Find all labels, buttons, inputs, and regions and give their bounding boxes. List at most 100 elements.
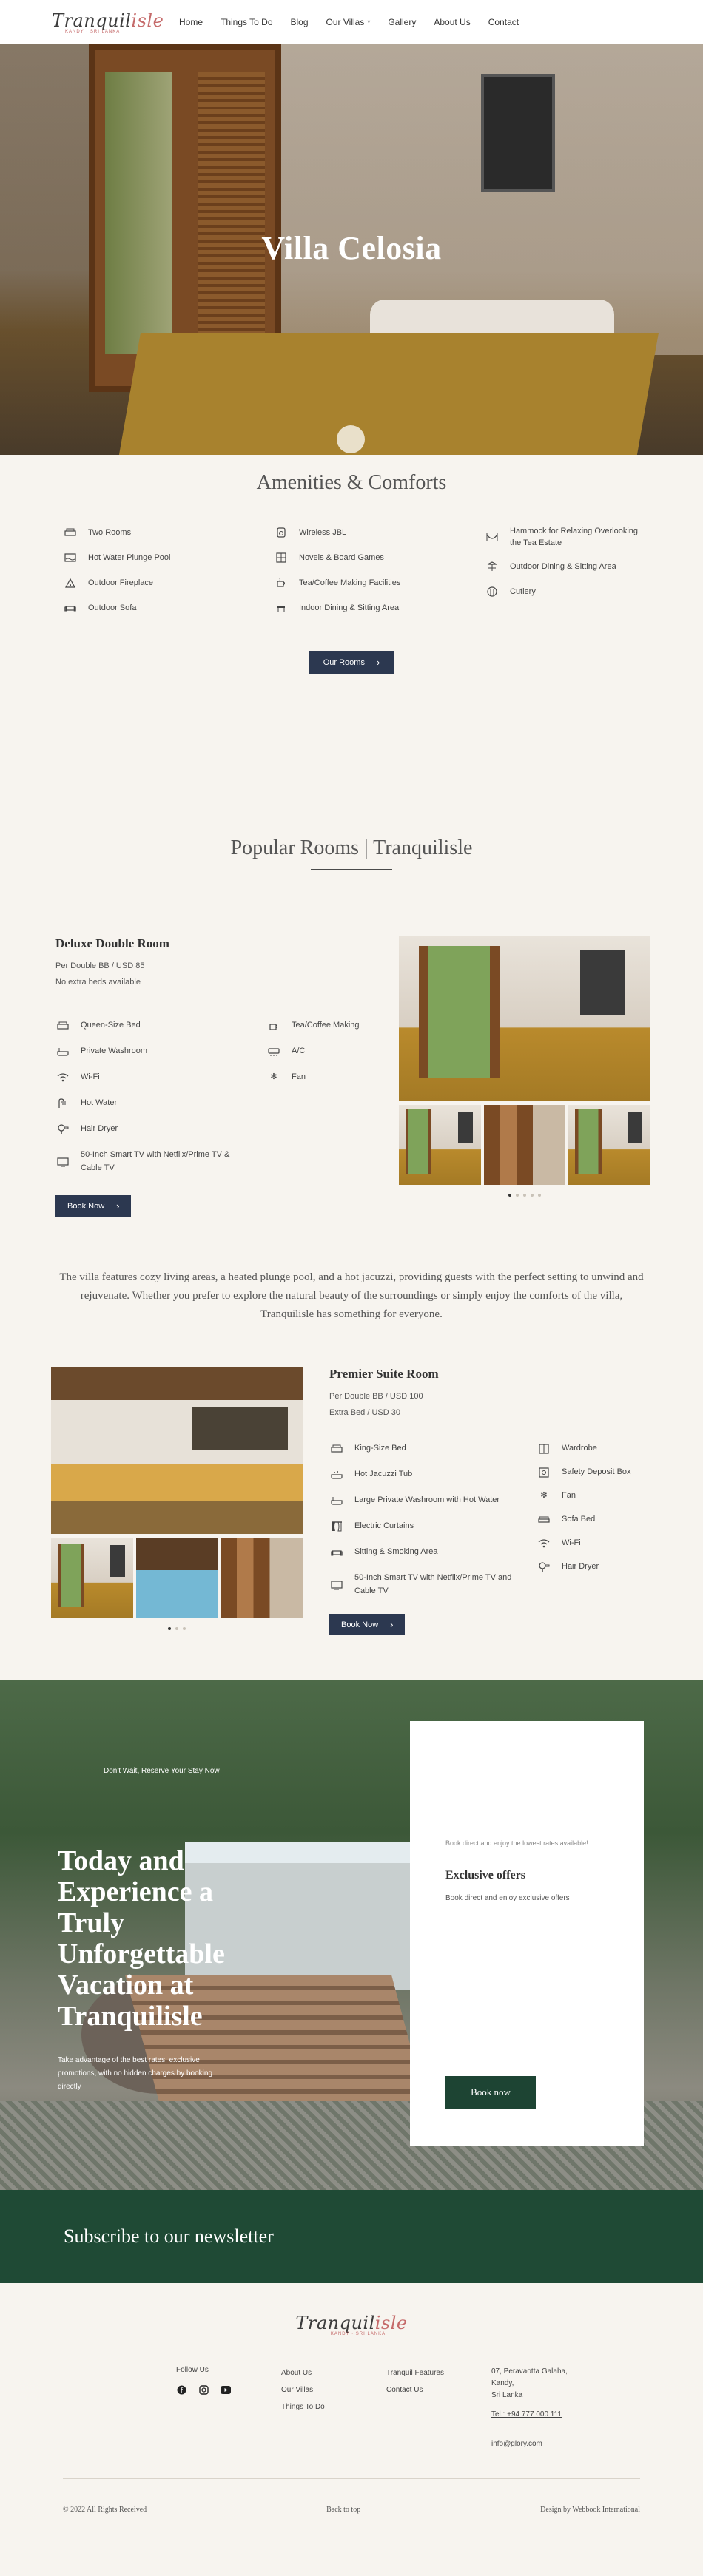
nav-label: Contact	[488, 16, 519, 27]
carousel-dot[interactable]	[531, 1194, 534, 1197]
dining-icon	[274, 601, 289, 615]
feature-item: Private Washroom	[56, 1045, 266, 1058]
youtube-icon[interactable]	[221, 2384, 231, 2395]
feature-label: Hair Dryer	[562, 1562, 599, 1572]
room-gallery	[399, 936, 651, 1217]
jacuzzi-icon	[329, 1468, 344, 1481]
feature-item: Sitting & Smoking Area	[329, 1546, 536, 1559]
footer-columns: Follow Us f About Us Our Villas Things T…	[176, 2366, 703, 2450]
feature-label: Electric Curtains	[354, 1521, 414, 1531]
site-logo[interactable]: Tranquilisle KANDY · SRI LANKA	[52, 10, 164, 34]
gallery-thumbnail[interactable]	[221, 1538, 303, 1619]
feature-label: Fan	[562, 1491, 576, 1501]
carousel-dot[interactable]	[516, 1194, 519, 1197]
nav-about-us[interactable]: About Us	[425, 17, 479, 27]
amenity-label: Novels & Board Games	[299, 553, 384, 562]
book-now-cta-button[interactable]: Book now	[445, 2076, 536, 2109]
room-main-photo[interactable]	[399, 936, 650, 1101]
instagram-icon[interactable]	[198, 2384, 209, 2395]
nav-contact[interactable]: Contact	[480, 17, 528, 27]
footer-link-tranquil-features[interactable]: Tranquil Features	[386, 2369, 491, 2377]
wifi-icon	[536, 1537, 551, 1550]
amenity-item: Hammock for Relaxing Overlooking the Tea…	[485, 525, 696, 549]
feature-item: ✻ Fan	[536, 1490, 648, 1503]
footer-link-our-villas[interactable]: Our Villas	[281, 2386, 386, 2394]
gallery-thumbnail[interactable]	[568, 1105, 651, 1185]
carousel-dot[interactable]	[183, 1627, 186, 1631]
carousel-dot[interactable]	[523, 1194, 526, 1197]
nav-label: Blog	[290, 16, 309, 27]
feature-item: Hot Jacuzzi Tub	[329, 1468, 536, 1481]
nav-gallery[interactable]: Gallery	[379, 17, 425, 27]
feature-item: Large Private Washroom with Hot Water	[329, 1494, 536, 1507]
feature-item: Queen-Size Bed	[56, 1019, 266, 1032]
shower-icon	[56, 1097, 70, 1110]
our-rooms-wrap: Our Rooms ›	[0, 651, 703, 674]
facebook-icon[interactable]: f	[176, 2384, 186, 2395]
design-credit-link[interactable]: Design by Webbook International	[540, 2506, 640, 2514]
amenity-item: Novels & Board Games	[274, 550, 485, 565]
offers-card: Book direct and enjoy the lowest rates a…	[410, 1721, 644, 2146]
site-header: Tranquilisle KANDY · SRI LANKA Home Thin…	[0, 0, 703, 44]
room-extra-bed: No extra beds available	[56, 978, 141, 987]
amenity-item: Outdoor Fireplace	[63, 575, 274, 590]
feature-label: Safety Deposit Box	[562, 1467, 631, 1477]
room-features: Queen-Size Bed Private Washroom Wi-Fi Ho…	[56, 1019, 360, 1174]
hammock-icon	[485, 530, 500, 544]
carousel-dot[interactable]	[175, 1627, 178, 1631]
bath-icon	[329, 1494, 344, 1507]
hair-dryer-icon	[56, 1123, 70, 1136]
gallery-thumbnail[interactable]	[51, 1538, 133, 1619]
wardrobe-icon	[536, 1442, 551, 1456]
footer-links: About Us Our Villas Things To Do	[281, 2366, 386, 2450]
room-card-deluxe: Deluxe Double Room Per Double BB / USD 8…	[0, 870, 703, 1217]
board-games-icon	[274, 551, 289, 564]
feature-item: Wi-Fi	[56, 1071, 266, 1084]
footer-logo[interactable]: Tranquilisle KANDY · SRI LANKA	[0, 2313, 703, 2336]
pool-icon	[63, 551, 78, 564]
room-main-photo[interactable]	[51, 1367, 303, 1535]
nav-home[interactable]: Home	[170, 17, 212, 27]
logo-text-accent: isle	[131, 10, 164, 31]
carousel-dot[interactable]	[168, 1627, 171, 1631]
book-now-button[interactable]: Book Now ›	[56, 1195, 132, 1217]
carousel-dot[interactable]	[508, 1194, 511, 1197]
villa-description: The villa features cozy living areas, a …	[59, 1271, 644, 1321]
amenity-label: Two Rooms	[88, 528, 132, 537]
gallery-thumbnail[interactable]	[135, 1538, 218, 1619]
footer-link-things-to-do[interactable]: Things To Do	[281, 2403, 386, 2411]
amenity-item: Cutlery	[485, 584, 696, 599]
speaker-icon	[274, 526, 289, 539]
amenity-item: Two Rooms	[63, 525, 274, 540]
nav-blog[interactable]: Blog	[282, 17, 317, 27]
chevron-right-icon: ›	[390, 1619, 394, 1631]
carousel-dot[interactable]	[538, 1194, 541, 1197]
feature-item: King-Size Bed	[329, 1442, 536, 1456]
nav-our-villas[interactable]: Our Villas ▾	[317, 17, 380, 27]
offers-card-tagline: Book direct and enjoy the lowest rates a…	[445, 1839, 588, 1848]
our-rooms-button[interactable]: Our Rooms ›	[308, 651, 395, 674]
footer-link-about-us[interactable]: About Us	[281, 2369, 386, 2377]
feature-item: Wardrobe	[536, 1442, 648, 1456]
copyright-text: © 2022 All Rights Received	[63, 2506, 147, 2515]
chevron-right-icon: ›	[116, 1200, 120, 1212]
footer-link-contact-us[interactable]: Contact Us	[386, 2386, 491, 2394]
nav-label: Home	[179, 16, 204, 27]
book-now-button[interactable]: Book Now ›	[329, 1614, 406, 1636]
amenities-column: Two Rooms Hot Water Plunge Pool Outdoor …	[63, 525, 274, 615]
social-links: f	[176, 2384, 281, 2395]
logo-subtitle: KANDY · SRI LANKA	[330, 2332, 386, 2337]
footer-phone-link[interactable]: Tel.: +94 777 000 111	[491, 2409, 602, 2421]
popular-rooms-title: Popular Rooms | Tranquilisle	[230, 836, 473, 859]
room-info: Premier Suite Room Per Double BB / USD 1…	[329, 1367, 655, 1636]
wifi-icon	[56, 1071, 70, 1084]
amenity-label: Outdoor Sofa	[88, 604, 137, 612]
back-to-top-link[interactable]: Back to top	[326, 2506, 360, 2514]
kettle-icon	[266, 1019, 281, 1032]
gallery-thumbnail[interactable]	[483, 1105, 566, 1185]
newsletter-banner: Subscribe to our newsletter	[0, 2190, 703, 2284]
nav-things-to-do[interactable]: Things To Do	[212, 17, 281, 27]
footer-email-link[interactable]: info@glory.com	[491, 2438, 602, 2450]
gallery-thumbnail[interactable]	[399, 1105, 481, 1185]
feature-label: Wi-Fi	[81, 1072, 100, 1082]
